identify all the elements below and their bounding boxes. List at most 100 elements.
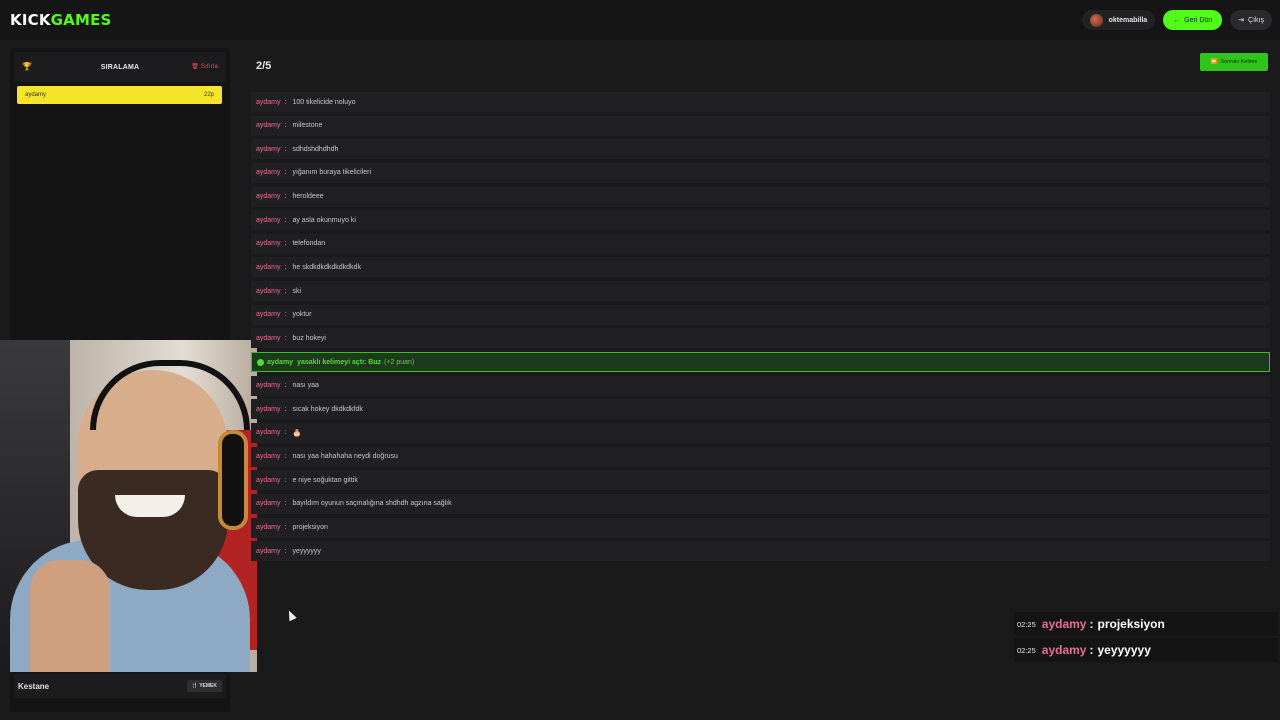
msg-sep: : bbox=[284, 263, 287, 271]
msg-sep: : bbox=[284, 240, 287, 248]
arrow-left-icon: ← bbox=[1173, 16, 1181, 24]
chat-message: aydamy: ski bbox=[251, 281, 1270, 302]
chat-message: aydamy: ay asla okunmuyo ki bbox=[251, 210, 1270, 231]
msg-user: aydamy bbox=[256, 500, 281, 508]
webcam-person-smile bbox=[115, 495, 185, 517]
overlay-sep: : bbox=[1089, 643, 1094, 657]
chat-message: aydamy: bayıldım oyunun saçmalığına shdhd… bbox=[251, 493, 1270, 514]
user-chip[interactable]: oktemabilla bbox=[1081, 10, 1156, 30]
msg-user: aydamy bbox=[256, 287, 281, 295]
alert-text: yasaklı kelimeyi açtı: Buz bbox=[297, 358, 382, 366]
reset-button[interactable]: 🗑 Sıfırla bbox=[191, 63, 218, 70]
header-actions: oktemabilla ← Geri Dön ⇥ Çıkış bbox=[1081, 10, 1272, 30]
msg-sep: : bbox=[284, 145, 287, 153]
msg-text: 🎂 bbox=[292, 429, 302, 437]
overlay-user: aydamy bbox=[1041, 617, 1087, 631]
chat-message: aydamy: yoktur bbox=[251, 304, 1270, 325]
msg-sep: : bbox=[284, 98, 287, 106]
msg-text: nası yaa bbox=[292, 382, 319, 390]
msg-text: bayıldım oyunun saçmalığına shdhdh agzın… bbox=[292, 500, 452, 508]
alert-user: aydamy bbox=[267, 358, 294, 366]
logo[interactable]: KICKGAMES bbox=[10, 11, 112, 29]
msg-text: buz hokeyi bbox=[292, 334, 326, 342]
next-word-label: Sonraki Kelime bbox=[1220, 59, 1258, 65]
msg-text: milestone bbox=[292, 122, 323, 130]
msg-text: he skdkdkdkdkdkdkdk bbox=[292, 263, 361, 271]
chat-message: aydamy: heroldeee bbox=[251, 186, 1270, 207]
chat-messages: aydamy:100 tikelicide noluyo aydamy: mile… bbox=[251, 92, 1270, 565]
webcam-person-hand bbox=[30, 560, 110, 672]
overlay-message: yeyyyyyy bbox=[1097, 643, 1151, 657]
msg-sep: : bbox=[284, 287, 287, 295]
forbidden-word-alert: aydamy yasaklı kelimeyi açtı: Buz (+2 puan… bbox=[251, 352, 1270, 373]
msg-sep: : bbox=[284, 169, 287, 177]
check-circle-icon bbox=[257, 358, 264, 366]
overlay-user: aydamy bbox=[1041, 643, 1087, 657]
msg-user: aydamy bbox=[256, 169, 281, 177]
msg-text: telefondan bbox=[292, 240, 326, 248]
msg-user: aydamy bbox=[256, 453, 281, 461]
webcam-headphone bbox=[218, 430, 248, 530]
msg-sep: : bbox=[284, 500, 287, 508]
fast-forward-icon: ⏩ bbox=[1210, 59, 1218, 65]
msg-text: heroldeee bbox=[292, 193, 324, 201]
msg-text: nası yaa hahahaha neydi doğrusu bbox=[292, 453, 398, 461]
msg-text: sdhdshdhdhdh bbox=[292, 145, 339, 153]
msg-user: aydamy bbox=[256, 405, 281, 413]
category-bar: Kestane 🍴 YEMEK bbox=[14, 674, 226, 698]
category-tag: 🍴 YEMEK bbox=[186, 680, 222, 692]
overlay-time: 02:25 bbox=[1017, 619, 1036, 629]
msg-sep: : bbox=[284, 382, 287, 390]
chat-message: aydamy: milestone bbox=[251, 115, 1270, 136]
chat-message: aydamy: he skdkdkdkdkdkdkdk bbox=[251, 257, 1270, 278]
msg-user: aydamy bbox=[256, 547, 281, 555]
msg-sep: : bbox=[284, 429, 287, 437]
stream-chat-overlay: 02:25 aydamy : projeksiyon 02:25 aydamy … bbox=[1014, 612, 1278, 664]
msg-user: aydamy bbox=[256, 263, 281, 271]
chat-message: aydamy: yığanım buraya tikelicileri bbox=[251, 162, 1270, 183]
msg-user: aydamy bbox=[256, 382, 281, 390]
msg-user: aydamy bbox=[256, 240, 281, 248]
username: oktemabilla bbox=[1108, 16, 1148, 24]
back-button[interactable]: ← Geri Dön bbox=[1163, 10, 1223, 30]
msg-sep: : bbox=[284, 193, 287, 201]
app-root: KICKGAMES oktemabilla ← Geri Dön ⇥ Çıkış… bbox=[0, 0, 1280, 720]
leaderboard-header: 🏆 SIRALAMA 🗑 Sıfırla bbox=[14, 52, 226, 82]
trophy-icon: 🏆 bbox=[22, 62, 33, 71]
fork-knife-icon: 🍴 bbox=[191, 683, 198, 689]
alert-points: (+2 puan) bbox=[384, 358, 415, 366]
msg-text: ay asla okunmuyo ki bbox=[292, 216, 356, 224]
msg-user: aydamy bbox=[256, 216, 281, 224]
overlay-time: 02:25 bbox=[1017, 645, 1036, 655]
next-word-button[interactable]: ⏩ Sonraki Kelime bbox=[1200, 53, 1268, 71]
mouse-cursor-icon bbox=[285, 608, 297, 622]
msg-sep: : bbox=[284, 405, 287, 413]
msg-sep: : bbox=[284, 453, 287, 461]
chat-message: aydamy: yeyyyyyy bbox=[251, 541, 1270, 562]
overlay-message: projeksiyon bbox=[1097, 617, 1165, 631]
msg-user: aydamy bbox=[256, 429, 281, 437]
chat-message: aydamy: nası yaa hahahaha neydi doğrusu bbox=[251, 446, 1270, 467]
msg-user: aydamy bbox=[256, 145, 281, 153]
webcam-feed bbox=[0, 340, 257, 672]
msg-text: yoktur bbox=[292, 311, 312, 319]
msg-text: sıcak hokey dkdkdkfdk bbox=[292, 405, 363, 413]
msg-sep: : bbox=[284, 216, 287, 224]
msg-user: aydamy bbox=[256, 122, 281, 130]
round-counter: 2/5 bbox=[256, 60, 272, 72]
msg-user: aydamy bbox=[256, 311, 281, 319]
back-label: Geri Dön bbox=[1184, 16, 1213, 24]
rank-score: 22p bbox=[203, 92, 214, 98]
msg-user: aydamy bbox=[256, 476, 281, 484]
msg-text: 100 tikelicide noluyo bbox=[292, 98, 356, 106]
msg-user: aydamy bbox=[256, 334, 281, 342]
msg-sep: : bbox=[284, 524, 287, 532]
chat-message: aydamy: sdhdshdhdhdh bbox=[251, 139, 1270, 160]
chat-message: aydamy: telefondan bbox=[251, 233, 1270, 254]
category-item: Kestane bbox=[18, 681, 50, 691]
exit-button[interactable]: ⇥ Çıkış bbox=[1230, 10, 1272, 30]
msg-user: aydamy bbox=[256, 98, 281, 106]
top-bar: KICKGAMES oktemabilla ← Geri Dön ⇥ Çıkış bbox=[0, 0, 1280, 40]
msg-sep: : bbox=[284, 547, 287, 555]
exit-label: Çıkış bbox=[1248, 16, 1264, 24]
